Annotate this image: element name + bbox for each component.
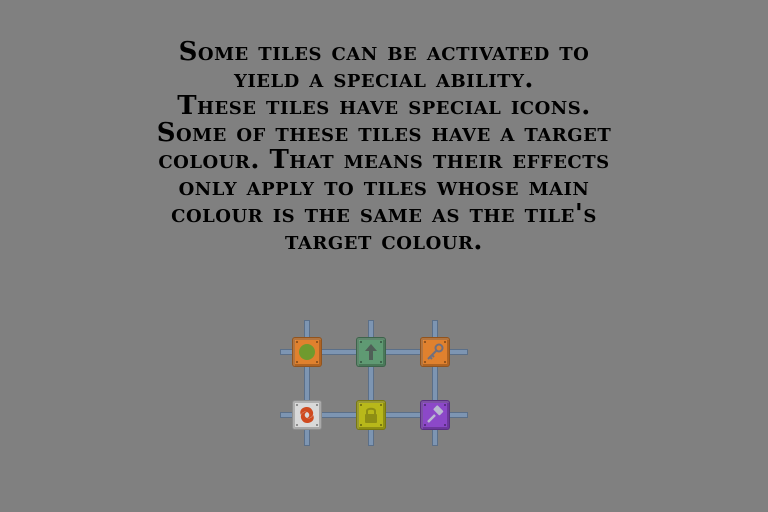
tutorial-line-2: yield a special ability. (234, 64, 534, 94)
tile-yellow-lock[interactable] (356, 400, 386, 430)
example-tile-board (276, 318, 472, 450)
tutorial-line-1: Some tiles can be activated to (178, 37, 590, 67)
tutorial-line-7: colour is the same as the tile's (171, 199, 597, 229)
green-orb-icon (299, 344, 315, 360)
tutorial-text: Some tiles can be activated to yield a s… (104, 39, 664, 255)
padlock-icon (365, 407, 377, 423)
tutorial-line-6: only apply to tiles whose main (178, 172, 590, 202)
arrow-up-icon (365, 344, 377, 360)
key-icon (427, 343, 444, 360)
tile-white-swirl[interactable] (292, 400, 322, 430)
tile-green-arrow[interactable] (356, 337, 386, 367)
tutorial-line-8: target colour. (285, 226, 483, 256)
hammer-icon (427, 405, 444, 423)
tile-orange-key[interactable] (420, 337, 450, 367)
tutorial-line-4: Some of these tiles have a target (156, 118, 612, 148)
tutorial-line-3: These tiles have special icons. (177, 91, 591, 121)
tutorial-line-5: colour. That means their effects (158, 145, 610, 175)
tile-purple-hammer[interactable] (420, 400, 450, 430)
swirl-icon (300, 407, 314, 423)
tile-orange-orb[interactable] (292, 337, 322, 367)
